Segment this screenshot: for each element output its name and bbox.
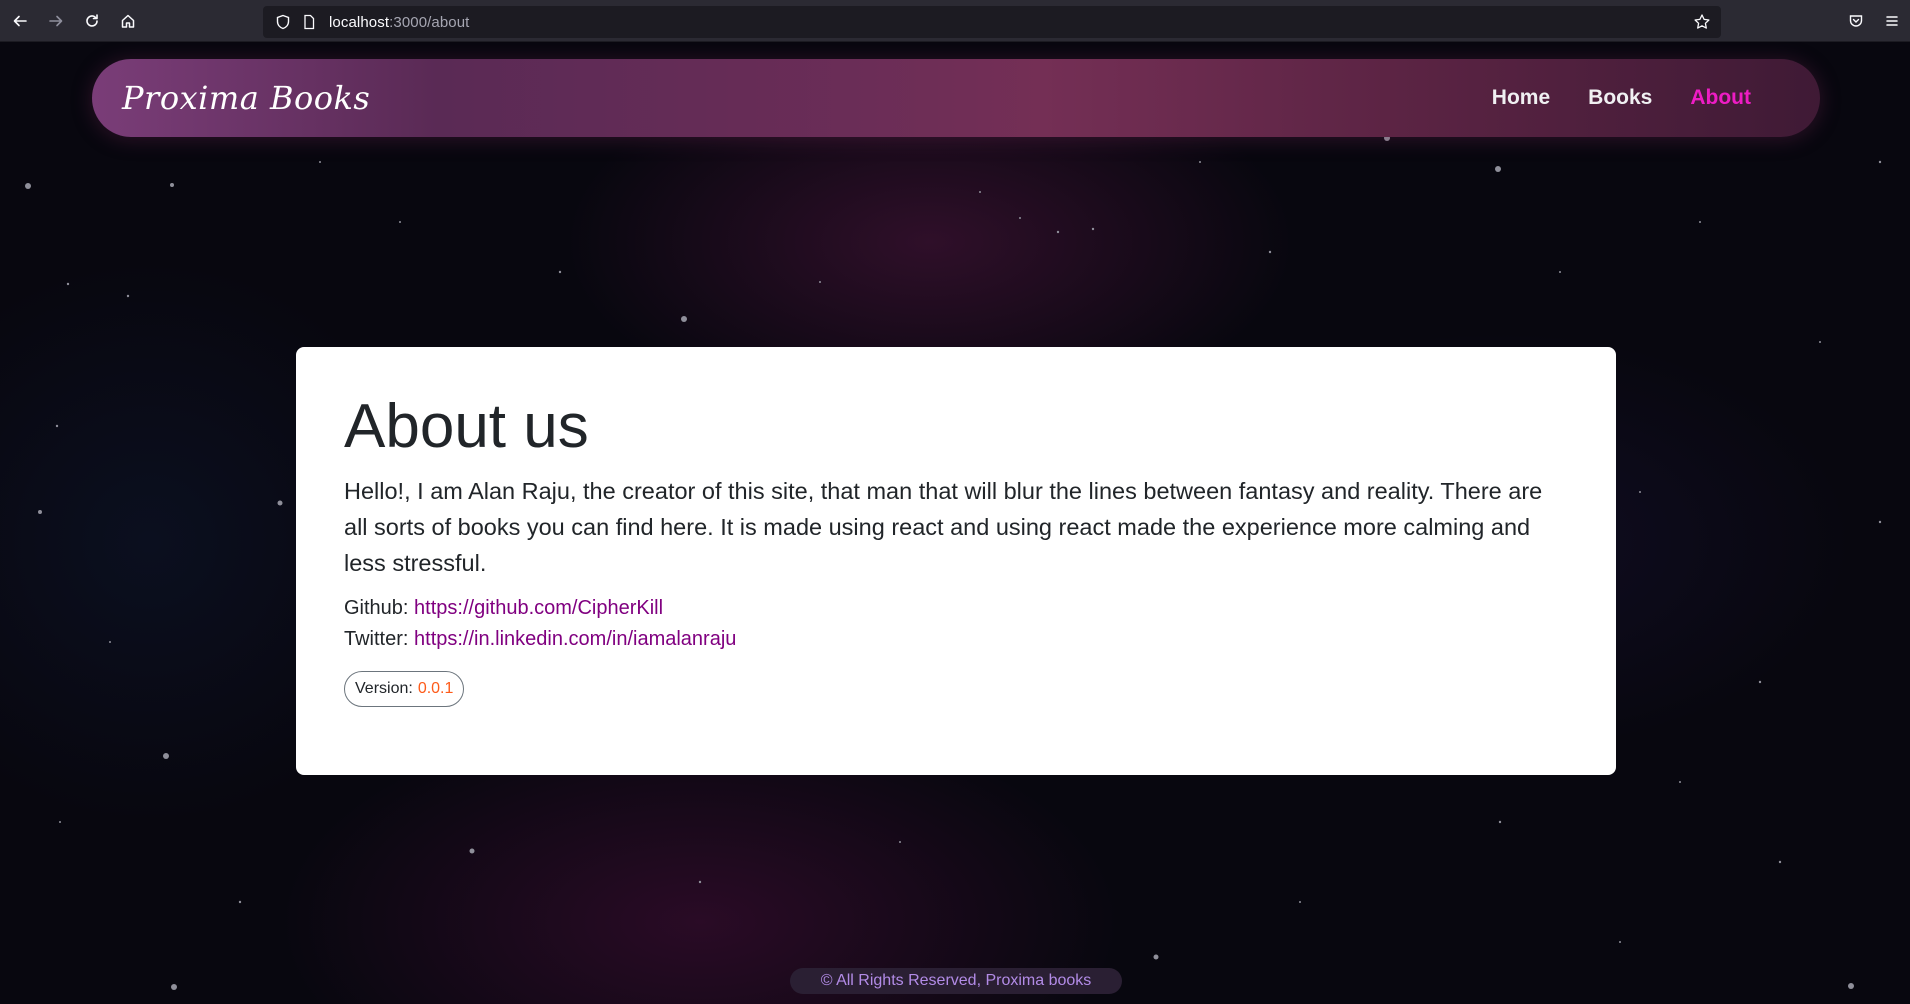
nav-link-books[interactable]: Books [1569,86,1671,110]
github-label: Github: [344,597,409,620]
twitter-row: Twitter: https://in.linkedin.com/in/iama… [344,624,1568,655]
browser-toolbar: localhost:3000/about [0,0,1910,42]
nav-link-about[interactable]: About [1671,86,1770,110]
twitter-link[interactable]: https://in.linkedin.com/in/iamalanraju [414,628,736,650]
menu-button[interactable] [1874,0,1910,42]
back-button[interactable] [2,0,38,42]
forward-button[interactable] [38,0,74,42]
page-viewport: Proxima Books Home Books About About us … [0,42,1910,1004]
twitter-label: Twitter: [344,628,409,651]
github-row: Github: https://github.com/CipherKill [344,593,1568,624]
address-bar[interactable]: localhost:3000/about [263,6,1721,38]
nav-link-home[interactable]: Home [1473,86,1569,110]
footer-copyright: © All Rights Reserved, Proxima books [790,968,1122,994]
reload-button[interactable] [74,0,110,42]
reload-icon [86,13,98,27]
contact-links: Github: https://github.com/CipherKill Tw… [344,593,1568,655]
hamburger-menu-icon [1886,16,1898,26]
back-arrow-icon [13,15,27,26]
bookmark-star-icon[interactable] [1693,13,1711,31]
github-link[interactable]: https://github.com/CipherKill [414,597,663,619]
page-info-icon[interactable] [301,14,317,30]
forward-arrow-icon [49,15,63,26]
about-card: About us Hello!, I am Alan Raju, the cre… [296,347,1616,775]
tracking-protection-icon[interactable] [275,14,291,30]
home-button[interactable] [110,0,146,42]
about-intro: Hello!, I am Alan Raju, the creator of t… [344,478,1543,577]
page-title: About us [344,392,589,461]
version-badge: Version: 0.0.1 [344,671,465,708]
version-label: Version: [355,680,413,698]
nav-links: Home Books About [1473,86,1770,110]
pocket-button[interactable] [1838,0,1874,42]
brand-logo[interactable]: Proxima Books [122,79,370,117]
pocket-icon [1849,15,1863,27]
url-text: localhost:3000/about [329,13,470,31]
version-number: 0.0.1 [417,680,454,698]
home-icon [121,14,135,28]
site-navbar: Proxima Books Home Books About [92,59,1820,137]
